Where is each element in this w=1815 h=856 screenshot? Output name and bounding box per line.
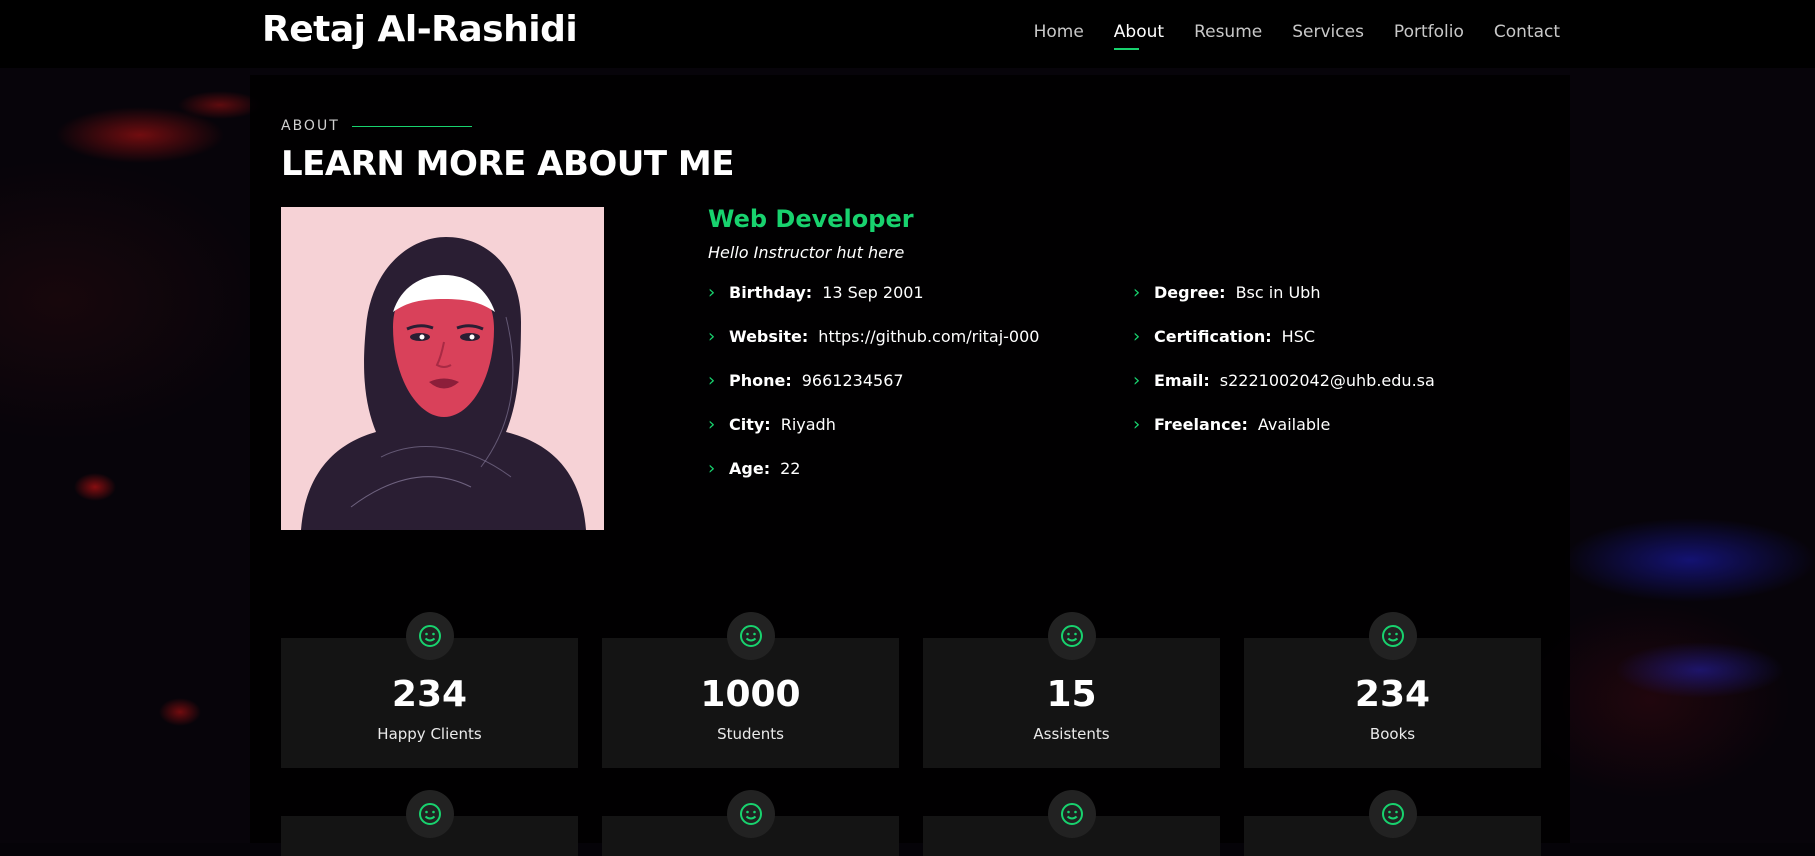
nav-portfolio[interactable]: Portfolio [1394, 22, 1464, 50]
detail-value: Available [1257, 414, 1331, 434]
detail-label: Email: [1154, 370, 1210, 390]
detail-value: 13 Sep 2001 [822, 282, 924, 302]
stat-label: Assistents [1033, 725, 1110, 743]
stat-card: 234 Books [1244, 612, 1541, 768]
about-section: ABOUT LEARN MORE ABOUT ME [281, 118, 1541, 184]
section-eyebrow: ABOUT [281, 118, 1541, 134]
smile-icon [726, 612, 775, 660]
stat-number: 1000 [700, 674, 801, 715]
smile-icon [726, 790, 775, 838]
detail-birthday: › Birthday: 13 Sep 2001 [708, 270, 1133, 314]
detail-certification: › Certification: HSC [1133, 314, 1558, 358]
detail-value: 22 [780, 458, 801, 478]
smile-icon [1368, 612, 1417, 660]
detail-label: Age: [729, 458, 771, 478]
chevron-right-icon: › [708, 325, 716, 347]
stat-card: 1000 Students [602, 612, 899, 768]
profile-tagline: Hello Instructor hut here [708, 243, 905, 262]
detail-value-link[interactable]: https://github.com/ritaj-000 [818, 327, 1039, 346]
stat-label: Books [1369, 725, 1416, 743]
detail-value: Riyadh [780, 414, 836, 434]
section-title: LEARN MORE ABOUT ME [281, 144, 735, 184]
stat-number: 234 [1354, 674, 1431, 715]
site-logo[interactable]: Retaj Al-Rashidi [262, 9, 578, 50]
chevron-right-icon: › [1133, 369, 1141, 391]
profile-avatar [281, 207, 604, 530]
nav-home[interactable]: Home [1034, 22, 1084, 50]
stat-number: 15 [1046, 674, 1097, 715]
details-columns: › Birthday: 13 Sep 2001 › Website: https://g… [708, 270, 1558, 490]
detail-label: Website: [729, 326, 809, 346]
detail-freelance: › Freelance: Available [1133, 402, 1558, 446]
avatar-illustration [281, 207, 604, 530]
detail-value: Bsc in Ubh [1235, 282, 1321, 302]
smile-icon [405, 790, 454, 838]
stat-label: Students [717, 725, 784, 743]
detail-city: › City: Riyadh [708, 402, 1133, 446]
detail-label: Certification: [1154, 326, 1272, 346]
detail-value: HSC [1281, 326, 1316, 346]
details-left: › Birthday: 13 Sep 2001 › Website: https://g… [708, 270, 1133, 490]
chevron-right-icon: › [708, 413, 716, 435]
stat-card: 15 Assistents [923, 612, 1220, 768]
chevron-right-icon: › [708, 281, 716, 303]
detail-label: Birthday: [729, 282, 813, 302]
smile-icon [1047, 612, 1096, 660]
detail-label: Phone: [729, 370, 792, 390]
nav-services[interactable]: Services [1292, 22, 1364, 50]
stat-label: Happy Clients [377, 725, 482, 743]
detail-label: City: [729, 414, 771, 434]
main-nav: Home About Resume Services Portfolio Con… [1034, 22, 1560, 50]
detail-value-email[interactable]: s2221002042@uhb.edu.sa [1220, 371, 1435, 390]
profile-role: Web Developer [708, 205, 914, 233]
smile-icon [405, 612, 454, 660]
smile-icon [1047, 790, 1096, 838]
chevron-right-icon: › [1133, 325, 1141, 347]
stat-number: 234 [391, 674, 468, 715]
detail-label: Freelance: [1154, 414, 1248, 434]
stat-card [1244, 790, 1541, 856]
detail-phone: › Phone: 9661234567 [708, 358, 1133, 402]
site-header: Retaj Al-Rashidi Home About Resume Servi… [0, 0, 1815, 68]
chevron-right-icon: › [708, 457, 716, 479]
details-right: › Degree: Bsc in Ubh › Certification: HSC › E… [1133, 270, 1558, 490]
detail-age: › Age: 22 [708, 446, 1133, 490]
stat-card: 234 Happy Clients [281, 612, 578, 768]
smile-icon [1368, 790, 1417, 838]
nav-resume[interactable]: Resume [1194, 22, 1262, 50]
nav-contact[interactable]: Contact [1494, 22, 1560, 50]
detail-label: Degree: [1154, 282, 1226, 302]
profile-info: Web Developer Hello Instructor hut here … [708, 205, 1558, 490]
chevron-right-icon: › [1133, 413, 1141, 435]
chevron-right-icon: › [708, 369, 716, 391]
nav-about[interactable]: About [1113, 22, 1164, 50]
detail-value: 9661234567 [801, 370, 904, 390]
detail-website: › Website: https://github.com/ritaj-000 [708, 314, 1133, 358]
stat-card [923, 790, 1220, 856]
eyebrow-text: ABOUT [281, 118, 340, 134]
eyebrow-line [351, 125, 472, 127]
stat-card [602, 790, 899, 856]
chevron-right-icon: › [1133, 281, 1141, 303]
detail-degree: › Degree: Bsc in Ubh [1133, 270, 1558, 314]
detail-email: › Email: s2221002042@uhb.edu.sa [1133, 358, 1558, 402]
stat-card [281, 790, 578, 856]
